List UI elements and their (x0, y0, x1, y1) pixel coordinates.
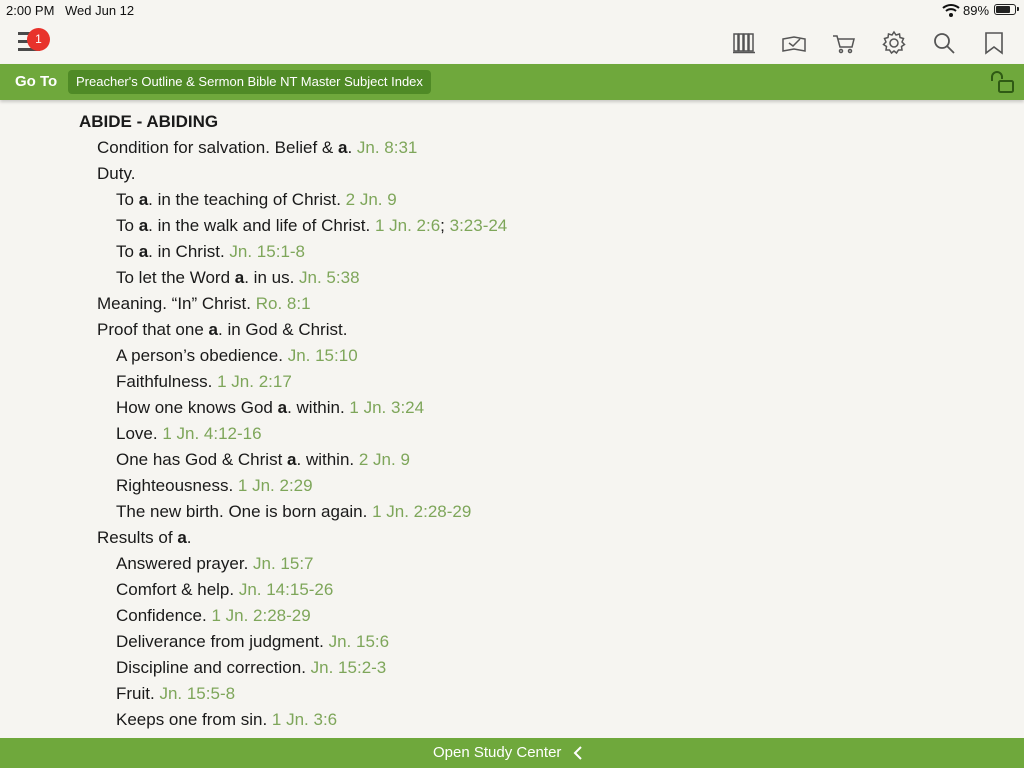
index-subentry: The new birth. One is born again. 1 Jn. … (116, 502, 472, 521)
goto-button[interactable]: Go To (15, 73, 57, 90)
chevron-left-icon[interactable] (572, 745, 584, 761)
scripture-link[interactable]: 1 Jn. 2:29 (238, 476, 313, 495)
index-entry: Condition for salvation. Belief & a. Jn.… (97, 138, 418, 157)
bottom-bar: Open Study Center (0, 738, 1024, 768)
index-entry: Meaning. “In” Christ. Ro. 8:1 (97, 294, 311, 313)
toolbar: 1 (0, 20, 1024, 64)
index-subentry: To a. in Christ. Jn. 15:1-8 (116, 242, 306, 261)
index-entry: Proof that one a. in God & Christ. (97, 320, 348, 339)
index-subentry: A person’s obedience. Jn. 15:10 (116, 346, 358, 365)
index-subentry: One has God & Christ a. within. 2 Jn. 9 (116, 450, 410, 469)
index-subentry: Answered prayer. Jn. 15:7 (116, 554, 314, 573)
index-heading: ABIDE - ABIDING (79, 112, 219, 131)
index-subentry: How one knows God a. within. 1 Jn. 3:24 (116, 398, 425, 417)
status-date: Wed Jun 12 (65, 3, 135, 18)
index-subentry: Fruit. Jn. 15:5-8 (116, 684, 236, 703)
scripture-link[interactable]: 1 Jn. 2:28-29 (372, 502, 471, 521)
scripture-link[interactable]: Jn. 14:15-26 (239, 580, 334, 599)
scripture-link[interactable]: Jn. 15:10 (288, 346, 358, 365)
search-icon[interactable] (931, 30, 957, 56)
reading-plan-icon[interactable] (781, 30, 807, 56)
cart-icon[interactable] (831, 30, 857, 56)
index-subentry: To a. in the teaching of Christ. 2 Jn. 9 (116, 190, 397, 209)
subject-index-content: ABIDE - ABIDING Condition for salvation.… (0, 100, 1024, 737)
scripture-link[interactable]: 1 Jn. 3:24 (349, 398, 424, 417)
index-subentry: Confidence. 1 Jn. 2:28-29 (116, 606, 311, 625)
scripture-link[interactable]: Jn. 8:31 (357, 138, 418, 157)
index-entry: Results of a. (97, 528, 192, 547)
scripture-link[interactable]: 1 Jn. 2:17 (217, 372, 292, 391)
notification-badge: 1 (27, 28, 50, 51)
status-time: 2:00 PM (6, 3, 55, 18)
battery-percent: 89% (963, 3, 990, 18)
scripture-link[interactable]: 2 Jn. 9 (346, 190, 397, 209)
scripture-link[interactable]: 2 Jn. 9 (359, 450, 410, 469)
scripture-link[interactable]: Jn. 15:1-8 (229, 242, 305, 261)
scripture-link[interactable]: Jn. 15:2-3 (311, 658, 387, 677)
scripture-link[interactable]: Jn. 5:38 (299, 268, 360, 287)
scripture-link[interactable]: 1 Jn. 4:12-16 (162, 424, 261, 443)
battery-icon (994, 4, 1019, 15)
scripture-link[interactable]: 1 Jn. 2:28-29 (211, 606, 310, 625)
index-subentry: To let the Word a. in us. Jn. 5:38 (116, 268, 360, 287)
settings-icon[interactable] (881, 30, 907, 56)
scripture-link[interactable]: 1 Jn. 3:6 (272, 710, 337, 729)
index-entry: Duty. (97, 164, 136, 183)
index-subentry: Discipline and correction. Jn. 15:2-3 (116, 658, 387, 677)
index-subentry: To a. in the walk and life of Christ. 1 … (116, 216, 508, 235)
scripture-link[interactable]: Jn. 15:7 (253, 554, 314, 573)
index-subentry: Love. 1 Jn. 4:12-16 (116, 424, 262, 443)
scripture-link[interactable]: 1 Jn. 2:6 (375, 216, 440, 235)
scripture-link[interactable]: Ro. 8:1 (256, 294, 311, 313)
wifi-icon (942, 4, 960, 17)
scripture-link[interactable]: Jn. 15:5-8 (159, 684, 235, 703)
status-bar: 2:00 PM Wed Jun 12 89% (0, 0, 1024, 20)
goto-bar: Go To Preacher's Outline & Sermon Bible … (0, 64, 1024, 100)
index-subentry: Keeps one from sin. 1 Jn. 3:6 (116, 710, 338, 729)
unlock-icon[interactable] (988, 70, 1016, 94)
library-icon[interactable] (731, 30, 757, 56)
book-title-pill[interactable]: Preacher's Outline & Sermon Bible NT Mas… (68, 70, 431, 94)
bookmark-icon[interactable] (981, 30, 1007, 56)
index-subentry: Faithfulness. 1 Jn. 2:17 (116, 372, 292, 391)
scripture-link[interactable]: 3:23-24 (450, 216, 508, 235)
open-study-center-button[interactable]: Open Study Center (433, 744, 561, 761)
index-subentry: Comfort & help. Jn. 14:15-26 (116, 580, 334, 599)
index-subentry: Righteousness. 1 Jn. 2:29 (116, 476, 313, 495)
index-subentry: Deliverance from judgment. Jn. 15:6 (116, 632, 390, 651)
scripture-link[interactable]: Jn. 15:6 (329, 632, 390, 651)
